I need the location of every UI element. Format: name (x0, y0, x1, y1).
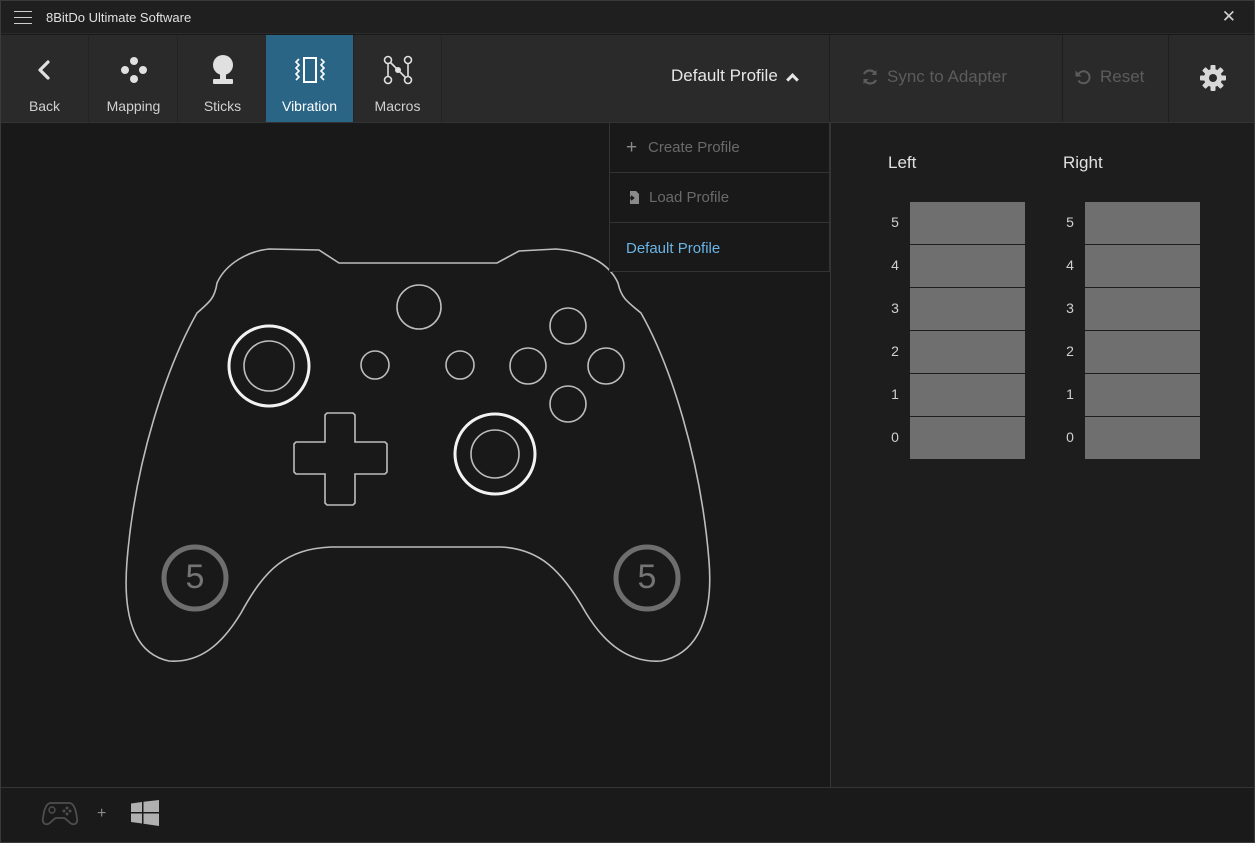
vibration-panel: Left Right 5 4 3 2 1 0 5 4 3 2 1 0 (830, 123, 1254, 787)
right-level-bar[interactable] (1085, 202, 1200, 244)
tab-label: Mapping (106, 98, 161, 114)
left-level-bar[interactable] (910, 417, 1025, 459)
right-motor-title: Right (1063, 153, 1103, 172)
menu-item-label: Load Profile (649, 189, 730, 206)
right-motor-level: 5 (637, 558, 657, 596)
left-level-bar[interactable] (910, 331, 1025, 373)
close-icon[interactable]: ✕ (1222, 8, 1236, 26)
chevron-up-icon (785, 72, 799, 86)
left-level-bar[interactable] (910, 288, 1025, 330)
tab-label: Back (28, 98, 61, 114)
toolbar-divider (1062, 35, 1063, 122)
reset-label: Reset (1100, 67, 1145, 86)
footer-plus: + (97, 805, 107, 822)
buttons-icon (117, 53, 151, 87)
right-level-bar[interactable] (1085, 417, 1200, 459)
level-number: 5 (1066, 214, 1074, 230)
menu-icon[interactable] (14, 11, 32, 24)
app-title: 8BitDo Ultimate Software (46, 10, 192, 25)
vibration-icon (293, 53, 327, 87)
left-level-bar[interactable] (910, 245, 1025, 287)
toolbar: Back Mapping Sticks Vibration Macros Def… (1, 35, 1254, 123)
sync-to-adapter-button[interactable]: Sync to Adapter (861, 67, 1007, 87)
level-number: 3 (891, 300, 899, 316)
menu-item-label: Default Profile (626, 239, 721, 257)
tab-macros[interactable]: Macros (354, 35, 442, 122)
tab-sticks[interactable]: Sticks (179, 35, 267, 122)
left-motor-level: 5 (185, 558, 205, 596)
level-number: 4 (891, 257, 899, 273)
left-level-bar[interactable] (910, 374, 1025, 416)
level-number: 0 (1066, 429, 1074, 445)
sync-icon (863, 69, 877, 85)
gamepad-icon (41, 802, 79, 826)
profile-menu-item-default[interactable]: Default Profile (610, 223, 829, 273)
level-number: 5 (891, 214, 899, 230)
left-level-bar[interactable] (910, 202, 1025, 244)
reset-button[interactable]: Reset (1074, 67, 1144, 87)
profile-select[interactable]: Default Profile (671, 66, 799, 86)
app-window: 8BitDo Ultimate Software ✕ Back Mapping (0, 0, 1255, 843)
toolbar-divider (829, 35, 830, 122)
level-number: 2 (891, 343, 899, 359)
macros-icon (381, 53, 415, 87)
create-profile-menu-item[interactable]: + Create Profile (610, 123, 829, 173)
chevron-left-icon (28, 53, 62, 87)
left-stick-ring[interactable] (227, 324, 311, 408)
right-level-bar[interactable] (1085, 245, 1200, 287)
profile-dropdown-menu: + Create Profile Load Profile Default Pr… (609, 123, 830, 272)
right-level-bar[interactable] (1085, 331, 1200, 373)
level-number: 1 (1066, 386, 1074, 402)
tab-mapping[interactable]: Mapping (90, 35, 178, 122)
load-profile-menu-item[interactable]: Load Profile (610, 173, 829, 223)
plus-icon: + (626, 137, 638, 158)
sync-label: Sync to Adapter (887, 67, 1008, 86)
tab-back[interactable]: Back (1, 35, 89, 122)
left-motor-title: Left (888, 153, 917, 172)
tab-label: Vibration (281, 98, 337, 114)
level-number: 1 (891, 386, 899, 402)
joystick-icon (206, 53, 240, 87)
level-number: 3 (1066, 300, 1074, 316)
import-file-icon (627, 191, 639, 204)
profile-select-label: Default Profile (671, 66, 778, 85)
undo-icon (1075, 70, 1091, 85)
tab-vibration[interactable]: Vibration (266, 35, 354, 122)
right-stick-ring[interactable] (453, 412, 537, 496)
gear-icon[interactable] (1199, 64, 1227, 92)
level-number: 4 (1066, 257, 1074, 273)
right-level-bar[interactable] (1085, 288, 1200, 330)
tab-label: Macros (374, 98, 421, 114)
level-number: 0 (891, 429, 899, 445)
tab-label: Sticks (203, 98, 242, 114)
title-bar: 8BitDo Ultimate Software ✕ (1, 1, 1254, 34)
status-footer: + (1, 787, 1254, 842)
menu-item-label: Create Profile (648, 139, 740, 156)
right-level-bar[interactable] (1085, 374, 1200, 416)
windows-icon (131, 800, 159, 826)
toolbar-divider (1168, 35, 1169, 122)
level-number: 2 (1066, 343, 1074, 359)
